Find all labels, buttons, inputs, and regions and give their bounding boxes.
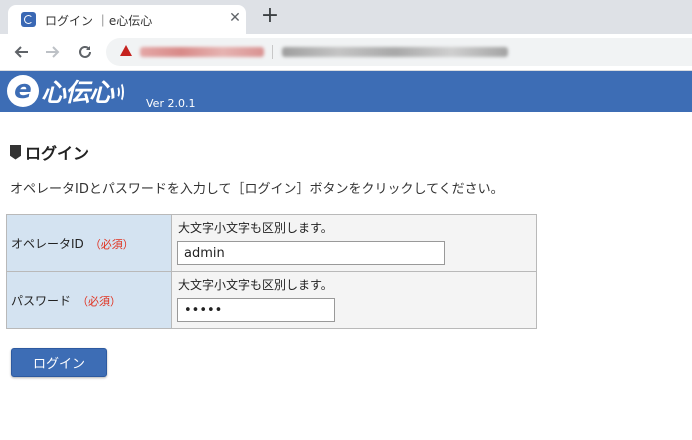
page-title: ログイン (10, 140, 89, 164)
browser-tab[interactable]: ログイン ｜e心伝心 ✕ (8, 5, 246, 34)
forward-arrow-icon[interactable] (42, 41, 64, 63)
version-label: Ver 2.0.1 (146, 97, 196, 110)
password-field-cell: 大文字小文字も区別します。 (171, 271, 537, 329)
operator-id-input[interactable] (177, 241, 445, 265)
logo-e-mark: e (7, 75, 39, 107)
browser-toolbar (0, 34, 692, 71)
browser-tabstrip: ログイン ｜e心伝心 ✕ + (0, 0, 692, 34)
url-divider (272, 45, 273, 59)
required-marker: （必須） (77, 294, 122, 308)
reload-icon[interactable] (74, 41, 96, 63)
close-tab-icon[interactable]: ✕ (226, 9, 244, 27)
app-logo: e 心伝心 (7, 74, 125, 108)
login-form-table: オペレータID （必須） 大文字小文字も区別します。 パスワード （必須） 大文字小… (6, 214, 537, 329)
address-bar[interactable] (106, 38, 692, 66)
case-sensitive-hint: 大文字小文字も区別します。 (178, 278, 333, 292)
blurred-url-path (282, 47, 508, 57)
instruction-text: オペレータIDとパスワードを入力して［ログイン］ボタンをクリックしてください。 (10, 182, 504, 197)
operator-id-label-cell: オペレータID （必須） (6, 214, 172, 272)
password-input[interactable] (177, 298, 335, 322)
password-label: パスワード (11, 293, 72, 308)
favicon-icon (21, 12, 36, 27)
title-marker-icon (10, 144, 21, 160)
required-marker: （必須） (89, 237, 134, 251)
back-arrow-icon[interactable] (10, 41, 32, 63)
login-button[interactable]: ログイン (11, 348, 107, 377)
operator-id-row: オペレータID （必須） 大文字小文字も区別します。 (6, 214, 537, 272)
tab-title: ログイン ｜e心伝心 (45, 14, 153, 28)
password-row: パスワード （必須） 大文字小文字も区別します。 (6, 271, 537, 329)
password-label-cell: パスワード （必須） (6, 271, 172, 329)
new-tab-icon[interactable]: + (258, 5, 282, 29)
blurred-url-host (140, 47, 264, 57)
signal-waves-icon (114, 80, 125, 102)
logo-text: 心伝心 (41, 78, 114, 107)
not-secure-warning-icon[interactable] (120, 45, 132, 56)
case-sensitive-hint: 大文字小文字も区別します。 (178, 221, 333, 235)
page-title-text: ログイン (25, 144, 90, 163)
operator-id-field-cell: 大文字小文字も区別します。 (171, 214, 537, 272)
operator-id-label: オペレータID (11, 236, 84, 251)
app-header: e 心伝心 Ver 2.0.1 (0, 71, 692, 112)
